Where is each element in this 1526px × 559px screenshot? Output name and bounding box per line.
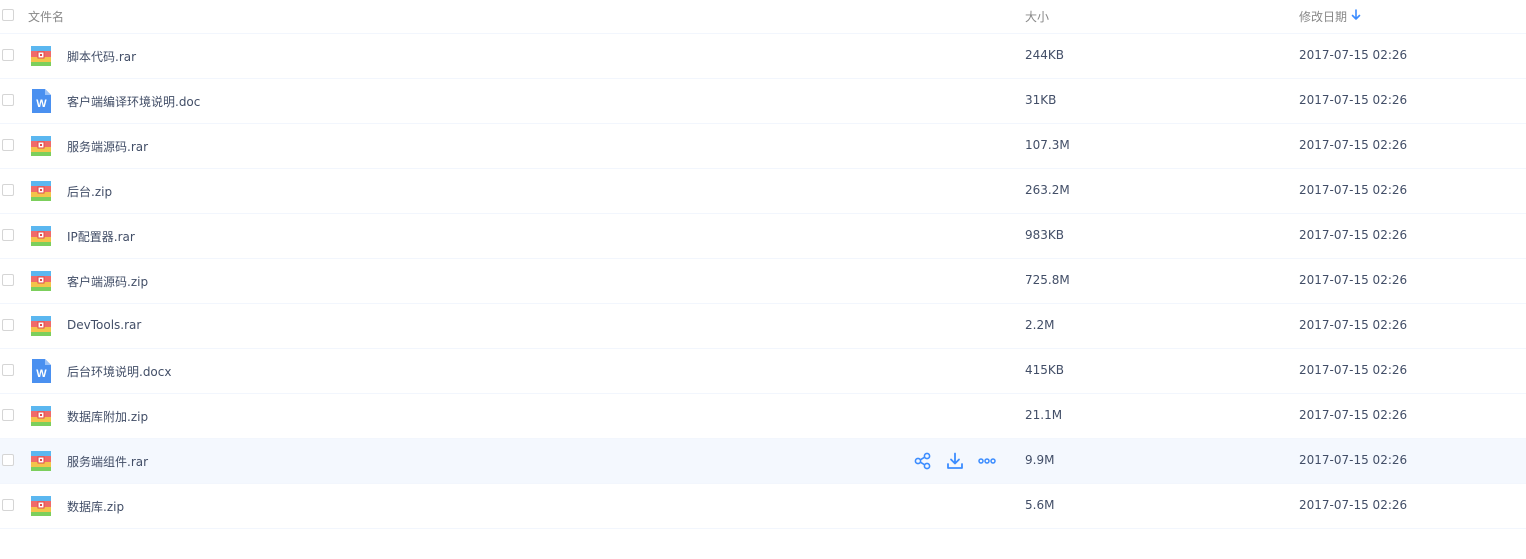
select-all-checkbox[interactable] <box>2 9 14 21</box>
file-size: 5.6M <box>1025 498 1055 512</box>
column-header-name[interactable]: 文件名 <box>28 8 64 25</box>
column-header-size[interactable]: 大小 <box>1025 8 1049 25</box>
archive-icon <box>31 46 51 66</box>
file-modified-date: 2017-07-15 02:26 <box>1299 363 1408 377</box>
share-icon[interactable] <box>914 452 932 470</box>
table-row[interactable]: IP配置器.rar 983KB 2017-07-15 02:26 <box>0 214 1526 259</box>
file-size: 21.1M <box>1025 408 1063 422</box>
file-name-link[interactable]: 服务端组件.rar <box>67 453 148 470</box>
row-checkbox[interactable] <box>2 274 14 286</box>
file-size: 2.2M <box>1025 318 1055 332</box>
word-doc-icon: W <box>31 89 51 113</box>
sort-desc-icon[interactable] <box>1351 9 1361 21</box>
row-checkbox[interactable] <box>2 49 14 61</box>
file-name-link[interactable]: DevTools.rar <box>67 318 141 332</box>
row-checkbox[interactable] <box>2 319 14 331</box>
row-checkbox[interactable] <box>2 139 14 151</box>
file-modified-date: 2017-07-15 02:26 <box>1299 318 1408 332</box>
svg-text:W: W <box>36 98 47 110</box>
file-size: 725.8M <box>1025 273 1070 287</box>
file-name-link[interactable]: 数据库.zip <box>67 498 124 515</box>
archive-icon <box>31 271 51 291</box>
archive-icon <box>31 451 51 471</box>
file-modified-date: 2017-07-15 02:26 <box>1299 498 1408 512</box>
table-row[interactable]: 后台.zip 263.2M 2017-07-15 02:26 <box>0 169 1526 214</box>
row-checkbox[interactable] <box>2 454 14 466</box>
file-name-link[interactable]: 客户端编译环境说明.doc <box>67 93 200 110</box>
row-checkbox[interactable] <box>2 364 14 376</box>
archive-icon <box>31 316 51 336</box>
table-row[interactable]: 脚本代码.rar 244KB 2017-07-15 02:26 <box>0 34 1526 79</box>
file-name-link[interactable]: 后台环境说明.docx <box>67 363 171 380</box>
row-checkbox[interactable] <box>2 184 14 196</box>
file-name-link[interactable]: 后台.zip <box>67 183 112 200</box>
file-modified-date: 2017-07-15 02:26 <box>1299 228 1408 242</box>
file-rows: 脚本代码.rar 244KB 2017-07-15 02:26 W 客户端编译环境说… <box>0 34 1526 529</box>
column-header-date[interactable]: 修改日期 <box>1299 8 1347 25</box>
file-name-link[interactable]: 客户端源码.zip <box>67 273 148 290</box>
row-checkbox[interactable] <box>2 229 14 241</box>
file-size: 31KB <box>1025 93 1057 107</box>
table-row[interactable]: 客户端源码.zip 725.8M 2017-07-15 02:26 <box>0 259 1526 304</box>
download-icon[interactable] <box>946 452 964 470</box>
file-name-link[interactable]: 数据库附加.zip <box>67 408 148 425</box>
more-icon[interactable] <box>978 452 996 470</box>
row-checkbox[interactable] <box>2 409 14 421</box>
row-checkbox[interactable] <box>2 94 14 106</box>
table-row[interactable]: 数据库.zip 5.6M 2017-07-15 02:26 <box>0 484 1526 529</box>
word-doc-icon: W <box>31 359 51 383</box>
file-modified-date: 2017-07-15 02:26 <box>1299 453 1408 467</box>
file-list-header: 文件名 大小 修改日期 <box>0 0 1526 34</box>
file-modified-date: 2017-07-15 02:26 <box>1299 408 1408 422</box>
table-row[interactable]: W 后台环境说明.docx 415KB 2017-07-15 02:26 <box>0 349 1526 394</box>
file-name-link[interactable]: IP配置器.rar <box>67 228 135 245</box>
file-list: 文件名 大小 修改日期 脚本代码.rar 244KB 2017-07-15 02:2… <box>0 0 1526 529</box>
file-modified-date: 2017-07-15 02:26 <box>1299 93 1408 107</box>
file-modified-date: 2017-07-15 02:26 <box>1299 138 1408 152</box>
archive-icon <box>31 136 51 156</box>
file-size: 415KB <box>1025 363 1065 377</box>
table-row[interactable]: 服务端组件.rar 9.9M 2017-07-15 02:26 <box>0 439 1526 484</box>
archive-icon <box>31 181 51 201</box>
archive-icon <box>31 496 51 516</box>
archive-icon <box>31 226 51 246</box>
row-checkbox[interactable] <box>2 499 14 511</box>
svg-text:W: W <box>36 368 47 380</box>
archive-icon <box>31 406 51 426</box>
table-row[interactable]: DevTools.rar 2.2M 2017-07-15 02:26 <box>0 304 1526 349</box>
file-modified-date: 2017-07-15 02:26 <box>1299 48 1408 62</box>
file-modified-date: 2017-07-15 02:26 <box>1299 183 1408 197</box>
file-size: 263.2M <box>1025 183 1070 197</box>
file-size: 983KB <box>1025 228 1065 242</box>
file-modified-date: 2017-07-15 02:26 <box>1299 273 1408 287</box>
file-name-link[interactable]: 脚本代码.rar <box>67 48 136 65</box>
file-size: 9.9M <box>1025 453 1055 467</box>
file-size: 244KB <box>1025 48 1065 62</box>
table-row[interactable]: 服务端源码.rar 107.3M 2017-07-15 02:26 <box>0 124 1526 169</box>
table-row[interactable]: 数据库附加.zip 21.1M 2017-07-15 02:26 <box>0 394 1526 439</box>
file-size: 107.3M <box>1025 138 1070 152</box>
table-row[interactable]: W 客户端编译环境说明.doc 31KB 2017-07-15 02:26 <box>0 79 1526 124</box>
file-name-link[interactable]: 服务端源码.rar <box>67 138 148 155</box>
